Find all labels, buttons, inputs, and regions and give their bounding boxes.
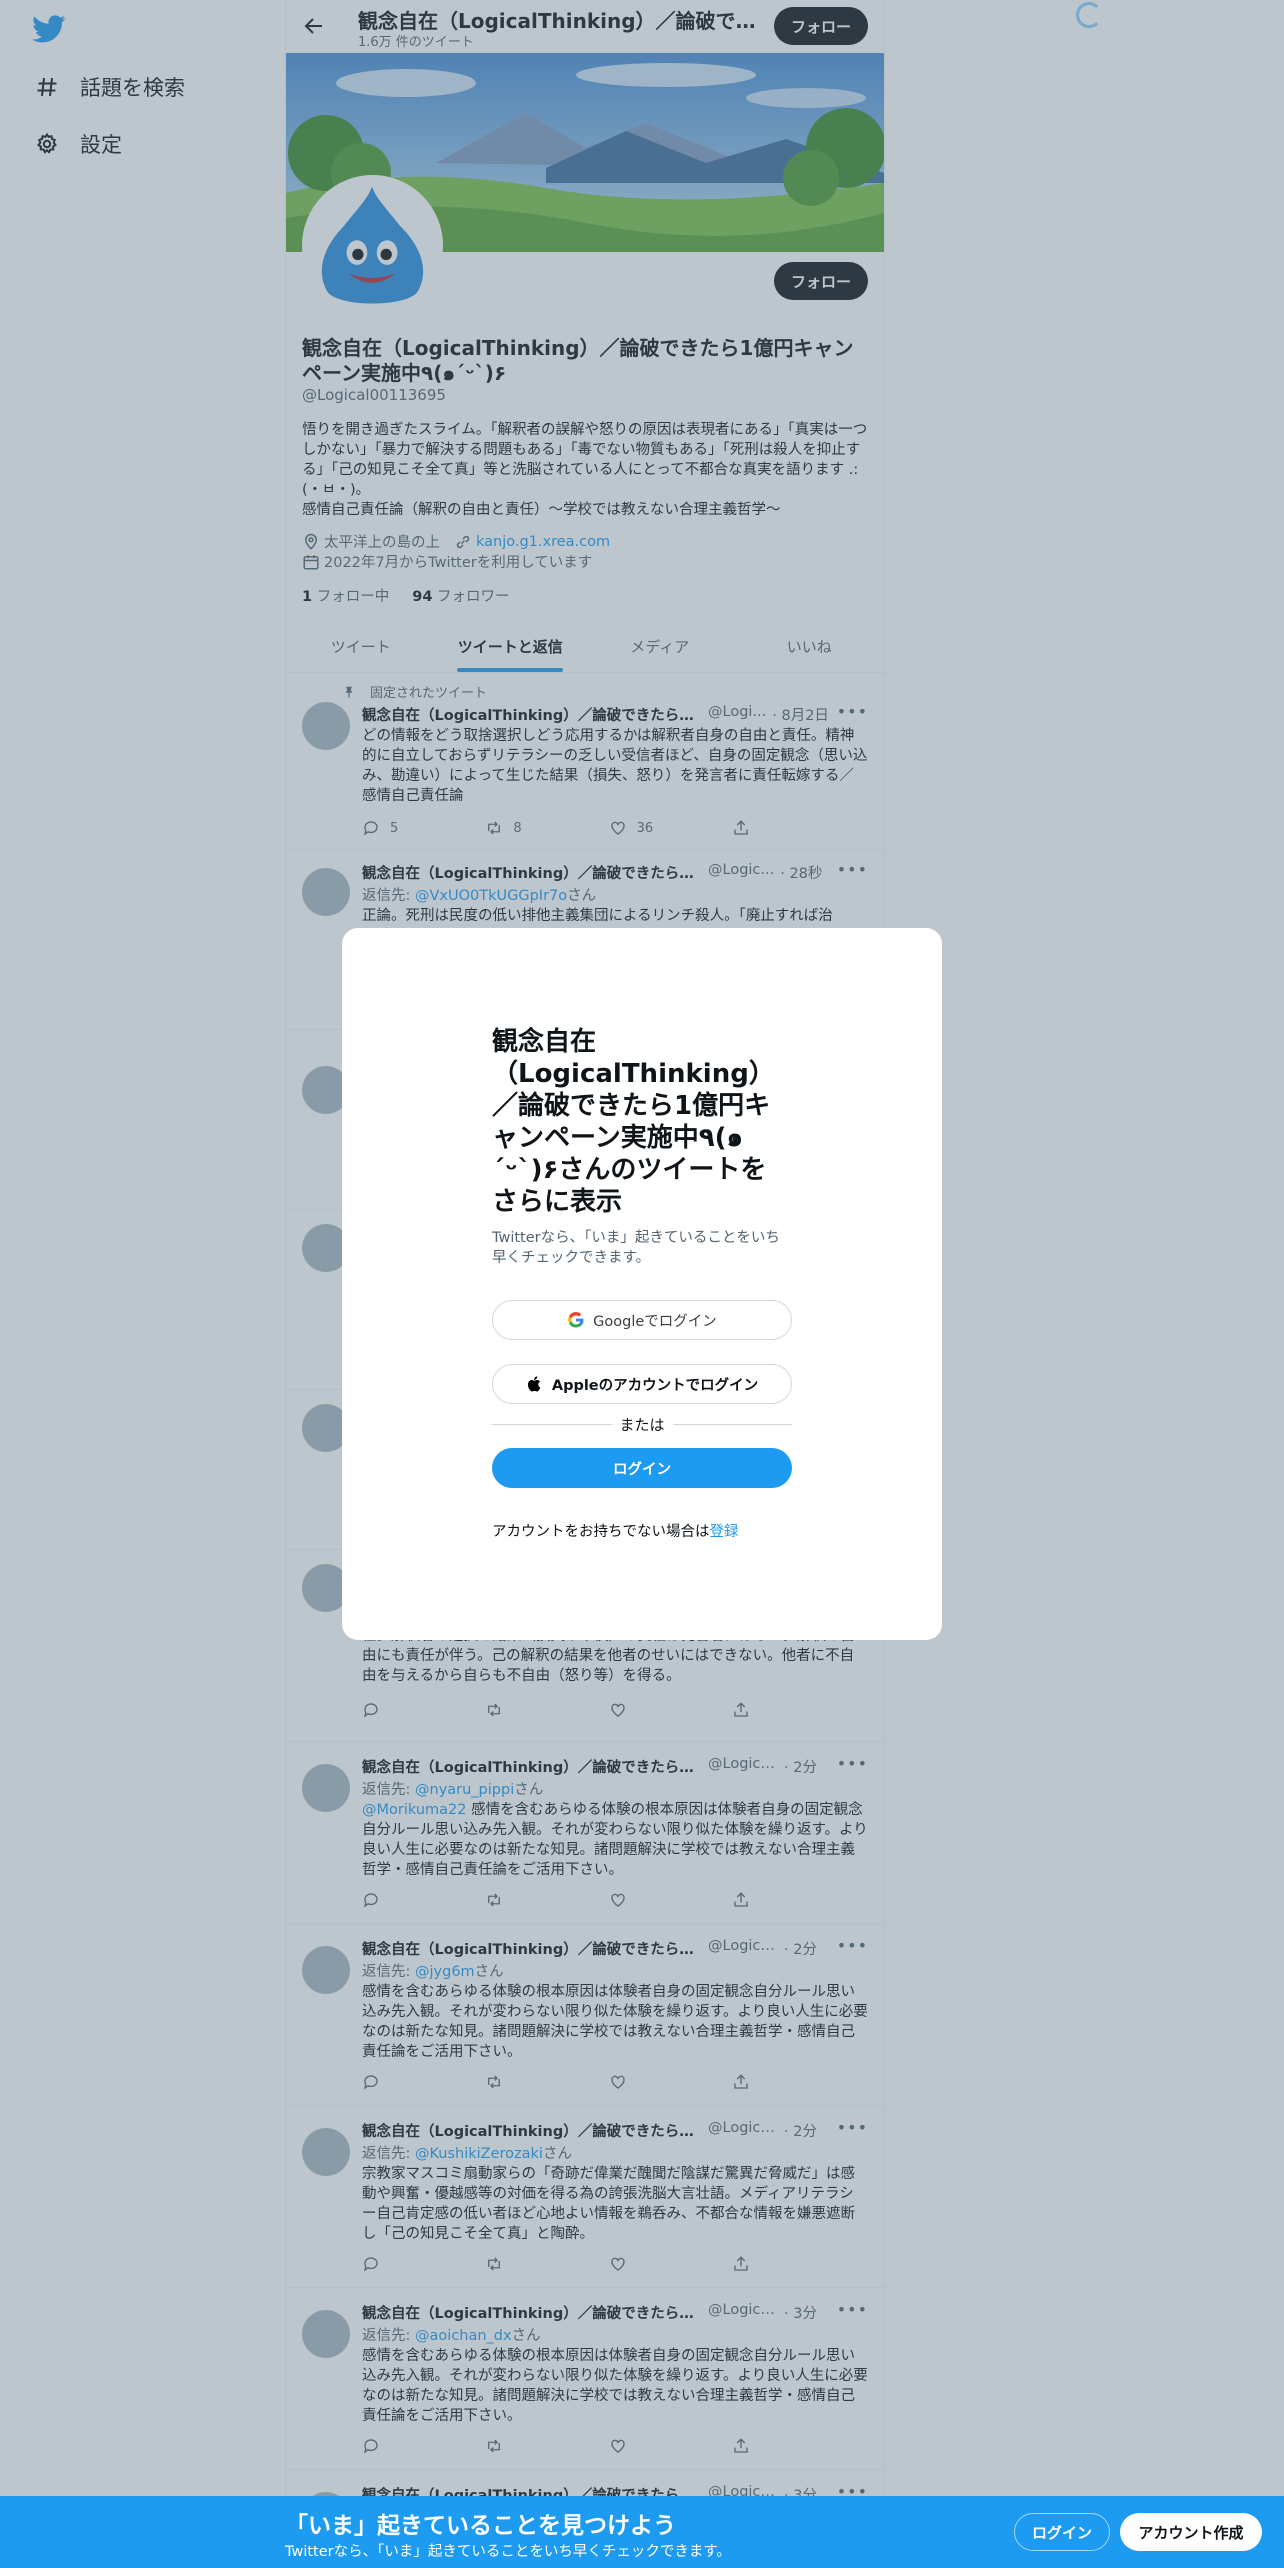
bottom-bar-title: 「いま」起きていることを見つけよう (285, 2513, 676, 2539)
apple-login-button[interactable]: Appleのアカウントでログイン (492, 1364, 792, 1404)
login-button[interactable]: ログイン (492, 1448, 792, 1488)
bottom-signup-bar: 「いま」起きていることを見つけよう Twitterなら、「いま」起きていることを… (0, 2496, 1284, 2568)
google-icon (568, 1312, 584, 1328)
bottom-signup-button[interactable]: アカウント作成 (1120, 2513, 1262, 2551)
modal-title: 観念自在（LogicalThinking）／論破できたら1億円キャンペーン実施中… (492, 1027, 775, 1217)
signup-prompt: アカウントをお持ちでない場合は登録 (492, 1524, 739, 1540)
bottom-bar-subtitle: Twitterなら、「いま」起きていることをいち早くチェックできます。 (285, 2544, 731, 2560)
bottom-login-button[interactable]: ログイン (1014, 2513, 1110, 2551)
or-divider: または (492, 1412, 793, 1436)
google-login-button[interactable]: Googleでログイン (492, 1300, 792, 1340)
modal-subtitle: Twitterなら、「いま」起きていることをいち早くチェックできます。 (492, 1230, 780, 1266)
login-prompt-modal: 観念自在（LogicalThinking）／論破できたら1億円キャンペーン実施中… (342, 928, 942, 1640)
signup-link[interactable]: 登録 (710, 1524, 739, 1540)
apple-icon (527, 1376, 541, 1392)
page: 話題を検索 設定 観念自在（LogicalThinking）／論破できたら1億円… (0, 0, 1284, 2568)
